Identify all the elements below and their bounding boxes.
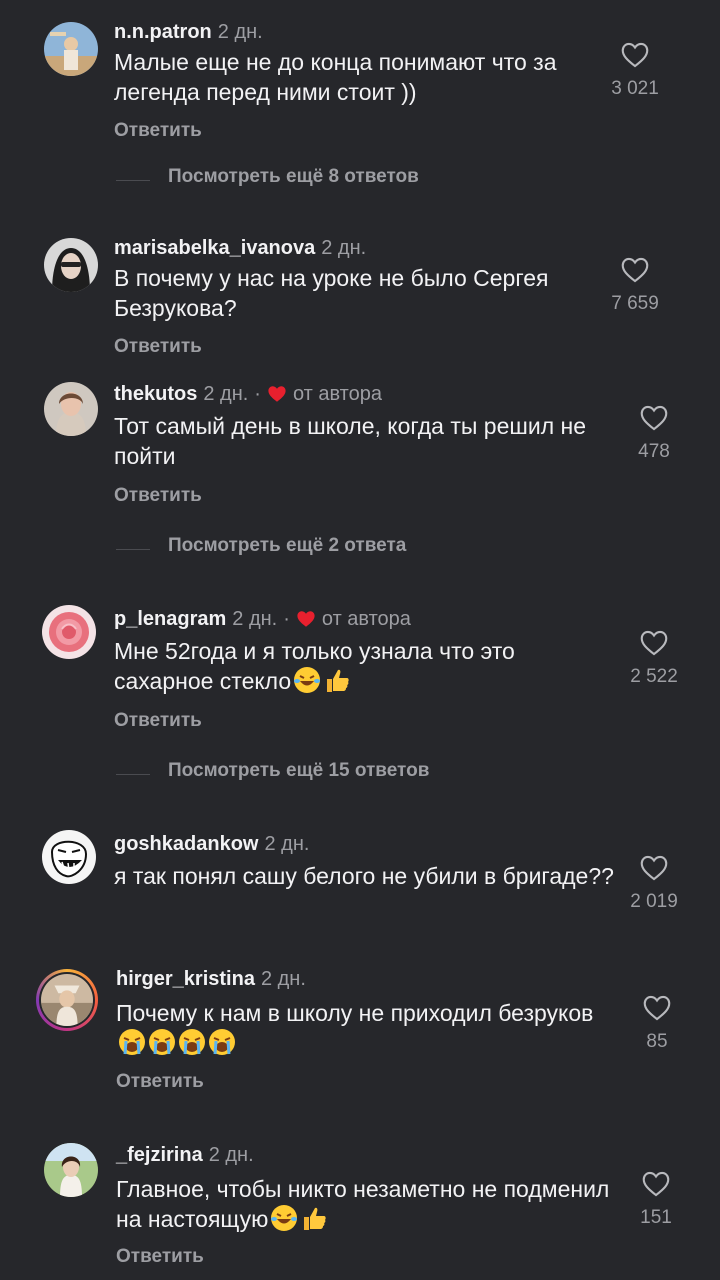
reply-button[interactable]: Ответить bbox=[114, 485, 202, 507]
avatar[interactable] bbox=[44, 238, 98, 292]
comment-text: Мне 52года и я только узнала что это сах… bbox=[114, 636, 614, 701]
avatar[interactable] bbox=[44, 382, 98, 436]
like-count: 478 bbox=[638, 441, 670, 462]
avatar[interactable] bbox=[42, 830, 96, 884]
heart-outline-icon[interactable] bbox=[640, 405, 668, 431]
username[interactable]: p_lenagram bbox=[114, 608, 226, 630]
timestamp: 2 дн. bbox=[208, 1144, 254, 1166]
like-control[interactable]: 2 522 bbox=[614, 630, 694, 688]
like-control[interactable]: 7 659 bbox=[595, 257, 675, 315]
like-control[interactable]: 85 bbox=[617, 995, 697, 1053]
laughing-emoji-icon bbox=[270, 1204, 298, 1239]
author-liked-label: от автора bbox=[292, 383, 382, 405]
comment-text: Тот самый день в школе, когда ты решил н… bbox=[114, 413, 586, 469]
crying-emoji-icon bbox=[178, 1028, 206, 1063]
like-count: 85 bbox=[646, 1031, 668, 1052]
heart-outline-icon[interactable] bbox=[640, 855, 668, 881]
timestamp: 2 дн. bbox=[264, 833, 310, 855]
author-liked-label: от автора bbox=[321, 608, 411, 630]
username[interactable]: thekutos bbox=[114, 383, 197, 405]
crying-emoji-icon bbox=[118, 1028, 146, 1063]
laughing-emoji-icon bbox=[293, 666, 321, 701]
comment-text: Почему к нам в школу не приходил безруко… bbox=[116, 998, 616, 1063]
timestamp: 2 дн. bbox=[232, 608, 278, 630]
like-count: 7 659 bbox=[611, 293, 659, 314]
reply-button[interactable]: Ответить bbox=[116, 1246, 204, 1268]
like-count: 3 021 bbox=[611, 78, 659, 99]
username[interactable]: n.n.patron bbox=[114, 21, 212, 43]
divider-line bbox=[116, 549, 150, 550]
view-more-label[interactable]: Посмотреть ещё 15 ответов bbox=[168, 760, 429, 782]
thumbs-up-emoji-icon bbox=[323, 666, 351, 701]
thumbs-up-emoji-icon bbox=[300, 1204, 328, 1239]
heart-outline-icon[interactable] bbox=[640, 630, 668, 656]
avatar[interactable] bbox=[44, 1143, 98, 1197]
comment-text: В почему у нас на уроке не было Сергея Б… bbox=[114, 265, 549, 321]
like-control[interactable]: 151 bbox=[616, 1171, 696, 1229]
heart-filled-icon bbox=[268, 386, 286, 402]
comment-text: Главное, чтобы никто незаметно не подмен… bbox=[116, 1174, 616, 1239]
avatar[interactable] bbox=[41, 974, 93, 1026]
timestamp: 2 дн. bbox=[260, 968, 306, 990]
like-control[interactable]: 2 019 bbox=[614, 855, 694, 913]
username[interactable]: goshkadankow bbox=[114, 833, 258, 855]
username[interactable]: hirger_kristina bbox=[116, 968, 255, 990]
view-more-label[interactable]: Посмотреть ещё 2 ответа bbox=[168, 535, 406, 557]
reply-button[interactable]: Ответить bbox=[114, 336, 202, 358]
timestamp: 2 дн. bbox=[321, 237, 367, 259]
view-more-label[interactable]: Посмотреть ещё 8 ответов bbox=[168, 166, 419, 188]
reply-button[interactable]: Ответить bbox=[114, 120, 202, 142]
username[interactable]: _fejzirina bbox=[116, 1144, 203, 1166]
crying-emoji-icon bbox=[148, 1028, 176, 1063]
comment-text: Малые еще не до конца понимают что за ле… bbox=[114, 49, 557, 105]
like-count: 151 bbox=[640, 1207, 672, 1228]
like-control[interactable]: 3 021 bbox=[595, 42, 675, 100]
crying-emoji-icon bbox=[208, 1028, 236, 1063]
heart-outline-icon[interactable] bbox=[642, 1171, 670, 1197]
timestamp: 2 дн. bbox=[203, 383, 249, 405]
heart-outline-icon[interactable] bbox=[643, 995, 671, 1021]
avatar[interactable] bbox=[42, 605, 96, 659]
divider-line bbox=[116, 180, 150, 181]
reply-button[interactable]: Ответить bbox=[114, 710, 202, 732]
like-count: 2 522 bbox=[630, 666, 678, 687]
username[interactable]: marisabelka_ivanova bbox=[114, 237, 315, 259]
comment-text: я так понял сашу белого не убили в брига… bbox=[114, 863, 614, 889]
divider-line bbox=[116, 774, 150, 775]
heart-outline-icon[interactable] bbox=[621, 42, 649, 68]
avatar[interactable] bbox=[44, 22, 98, 76]
heart-filled-icon bbox=[297, 611, 315, 627]
like-count: 2 019 bbox=[630, 891, 678, 912]
heart-outline-icon[interactable] bbox=[621, 257, 649, 283]
timestamp: 2 дн. bbox=[217, 21, 263, 43]
reply-button[interactable]: Ответить bbox=[116, 1071, 204, 1093]
like-control[interactable]: 478 bbox=[614, 405, 694, 463]
